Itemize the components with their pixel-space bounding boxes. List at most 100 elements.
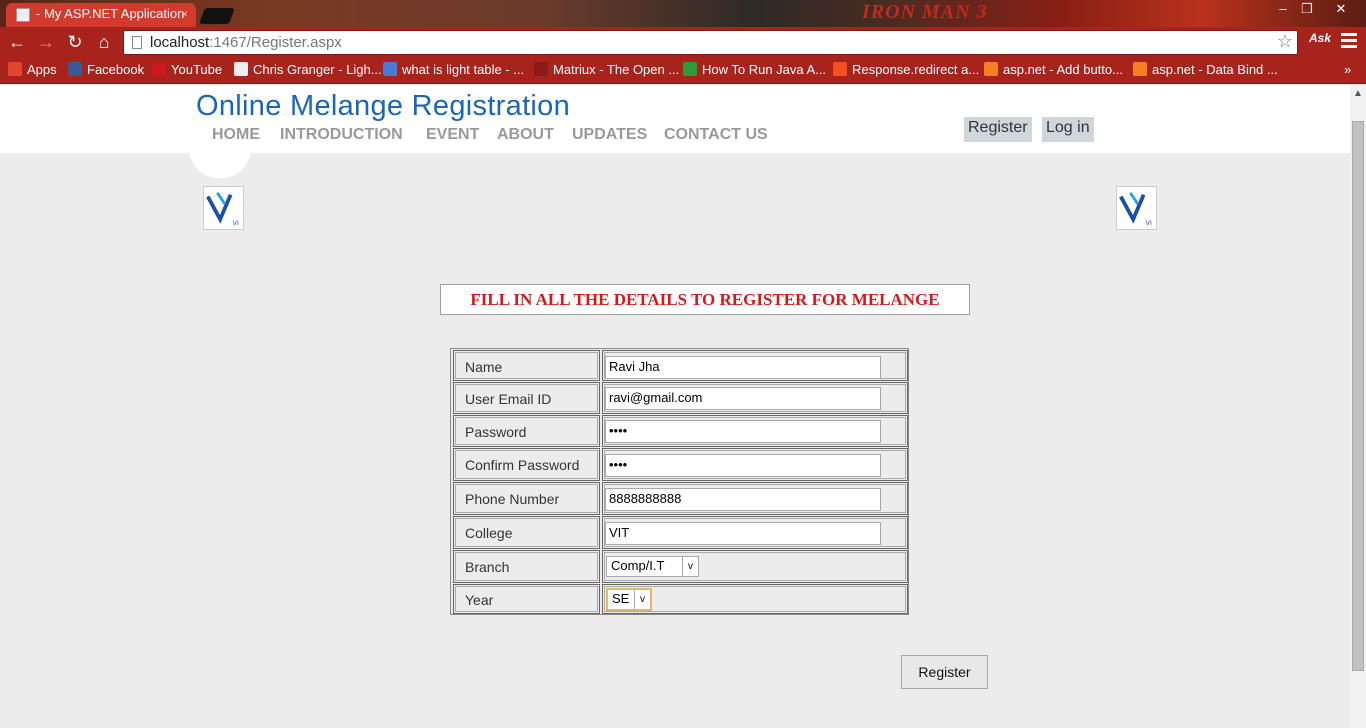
login-link[interactable]: Log in [1042, 117, 1094, 142]
facebook-icon [68, 62, 82, 76]
branch-selected-value: Comp/I.T [611, 558, 665, 573]
year-select[interactable]: SE v [606, 588, 652, 611]
bookmark-item[interactable]: asp.net - Data Bind ... [1133, 62, 1278, 77]
bookmark-label: Facebook [87, 62, 145, 77]
browser-titlebar: - My ASP.NET Application × IRON MAN 3 ‒ … [0, 0, 1366, 27]
menu-icon[interactable] [1341, 33, 1357, 49]
tab-title: - My ASP.NET Application [36, 6, 185, 21]
name-input[interactable]: Ravi Jha [605, 356, 881, 379]
branch-select[interactable]: Comp/I.T v [606, 556, 699, 577]
form-row-name: Name Ravi Jha [453, 350, 908, 381]
page-icon [234, 62, 248, 76]
browser-tab[interactable]: - My ASP.NET Application × [6, 3, 196, 27]
bookmark-item[interactable]: Facebook [68, 62, 144, 77]
branch-label: Branch [465, 559, 510, 575]
stackoverflow-icon [1133, 62, 1147, 76]
label-cell: Confirm Password [453, 448, 600, 481]
url-text[interactable]: localhost:1467/Register.aspx [150, 34, 342, 51]
form-row-branch: Branch Comp/I.T v [453, 550, 908, 583]
reload-icon[interactable]: ↻ [64, 31, 86, 53]
bookmark-item[interactable]: what is light table - ... [383, 62, 524, 77]
forward-icon[interactable]: → [35, 31, 57, 53]
apps-grid-icon [8, 62, 22, 76]
bookmark-item[interactable]: Apps [8, 62, 57, 77]
password-input[interactable]: •••• [605, 420, 881, 443]
form-row-phone: Phone Number 8888888888 [453, 482, 908, 515]
label-cell: Phone Number [453, 482, 600, 515]
theme-text: IRON MAN 3 [862, 1, 988, 23]
youtube-icon [152, 62, 166, 76]
ask-extension-icon[interactable]: Ask [1309, 31, 1331, 45]
phone-label: Phone Number [465, 491, 560, 507]
input-cell: Comp/I.T v [602, 550, 908, 583]
nav-about[interactable]: ABOUT [497, 126, 554, 144]
label-cell: College [453, 516, 600, 549]
college-label: College [465, 525, 513, 541]
bookmark-item[interactable]: YouTube [152, 62, 222, 77]
url-host: localhost [150, 34, 210, 51]
bookmark-label: Matriux - The Open ... [553, 62, 680, 77]
matriux-icon [534, 62, 548, 76]
bookmark-star-icon[interactable]: ☆ [1277, 31, 1293, 52]
college-input[interactable]: VIT [605, 522, 881, 545]
chevron-down-icon: v [682, 557, 698, 576]
header-decoration [189, 148, 251, 178]
form-row-password: Password •••• [453, 415, 908, 447]
email-input[interactable]: ravi@gmail.com [605, 387, 881, 410]
input-cell: SE v [602, 584, 908, 614]
input-cell: •••• [602, 415, 908, 447]
site-title[interactable]: Online Melange Registration [196, 90, 570, 123]
bookmarks-overflow-icon[interactable]: » [1344, 62, 1351, 77]
form-row-email: User Email ID ravi@gmail.com [453, 382, 908, 414]
stackoverflow-icon [984, 62, 998, 76]
email-label: User Email ID [465, 391, 552, 407]
home-icon[interactable]: ⌂ [93, 31, 115, 53]
label-cell: Name [453, 350, 600, 381]
logo-mark-text: VI [233, 220, 239, 227]
new-tab-button[interactable] [199, 8, 235, 24]
vertical-scrollbar[interactable]: ▲ [1350, 85, 1366, 728]
site-header: Online Melange Registration HOME INTRODU… [0, 85, 1350, 153]
input-cell: Ravi Jha [602, 350, 908, 381]
scroll-up-icon[interactable]: ▲ [1353, 88, 1363, 99]
bookmark-item[interactable]: Chris Granger - Ligh... [234, 62, 382, 77]
back-icon[interactable]: ← [6, 31, 28, 53]
nav-introduction[interactable]: INTRODUCTION [280, 126, 403, 144]
microsoft-icon [833, 62, 847, 76]
nav-contact-us[interactable]: CONTACT US [664, 126, 768, 144]
confirm-password-input[interactable]: •••• [605, 454, 881, 477]
bookmark-item[interactable]: Response.redirect a... [833, 62, 979, 77]
input-cell: •••• [602, 448, 908, 481]
year-selected-value: SE [612, 591, 630, 606]
browser-toolbar: ← → ↻ ⌂ localhost:1467/Register.aspx ☆ A… [0, 27, 1366, 58]
bookmark-item[interactable]: Matriux - The Open ... [534, 62, 679, 77]
form-headline: FILL IN ALL THE DETAILS TO REGISTER FOR … [440, 284, 970, 315]
register-submit-button[interactable]: Register [901, 655, 988, 689]
bookmark-label: YouTube [171, 62, 223, 77]
restore-button[interactable]: ❐ [1292, 1, 1322, 19]
registration-form: Name Ravi Jha User Email ID ravi@gmail.c… [450, 348, 909, 615]
scrollbar-thumb[interactable] [1352, 121, 1364, 671]
bookmark-label: what is light table - ... [402, 62, 525, 77]
logo-mark-text: VI [1146, 220, 1152, 227]
chevron-down-icon: v [634, 590, 650, 609]
page-icon [16, 8, 30, 22]
close-window-button[interactable]: ✕ [1326, 1, 1356, 19]
college-logo-left: VI [203, 186, 244, 230]
bookmark-item[interactable]: asp.net - Add butto... [984, 62, 1123, 77]
form-row-year: Year SE v [453, 584, 908, 614]
address-bar[interactable]: localhost:1467/Register.aspx ☆ [123, 30, 1298, 55]
register-link[interactable]: Register [964, 117, 1032, 142]
nav-event[interactable]: EVENT [426, 126, 479, 144]
close-tab-icon[interactable]: × [181, 3, 188, 25]
bookmark-label: How To Run Java A... [702, 62, 827, 77]
phone-input[interactable]: 8888888888 [605, 488, 881, 511]
label-cell: Password [453, 415, 600, 447]
nav-updates[interactable]: UPDATES [572, 126, 647, 144]
label-cell: User Email ID [453, 382, 600, 414]
nav-home[interactable]: HOME [212, 126, 260, 144]
label-cell: Year [453, 584, 600, 614]
bookmark-item[interactable]: How To Run Java A... [683, 62, 826, 77]
form-row-confirm-password: Confirm Password •••• [453, 448, 908, 481]
url-path: :1467/Register.aspx [209, 34, 342, 51]
